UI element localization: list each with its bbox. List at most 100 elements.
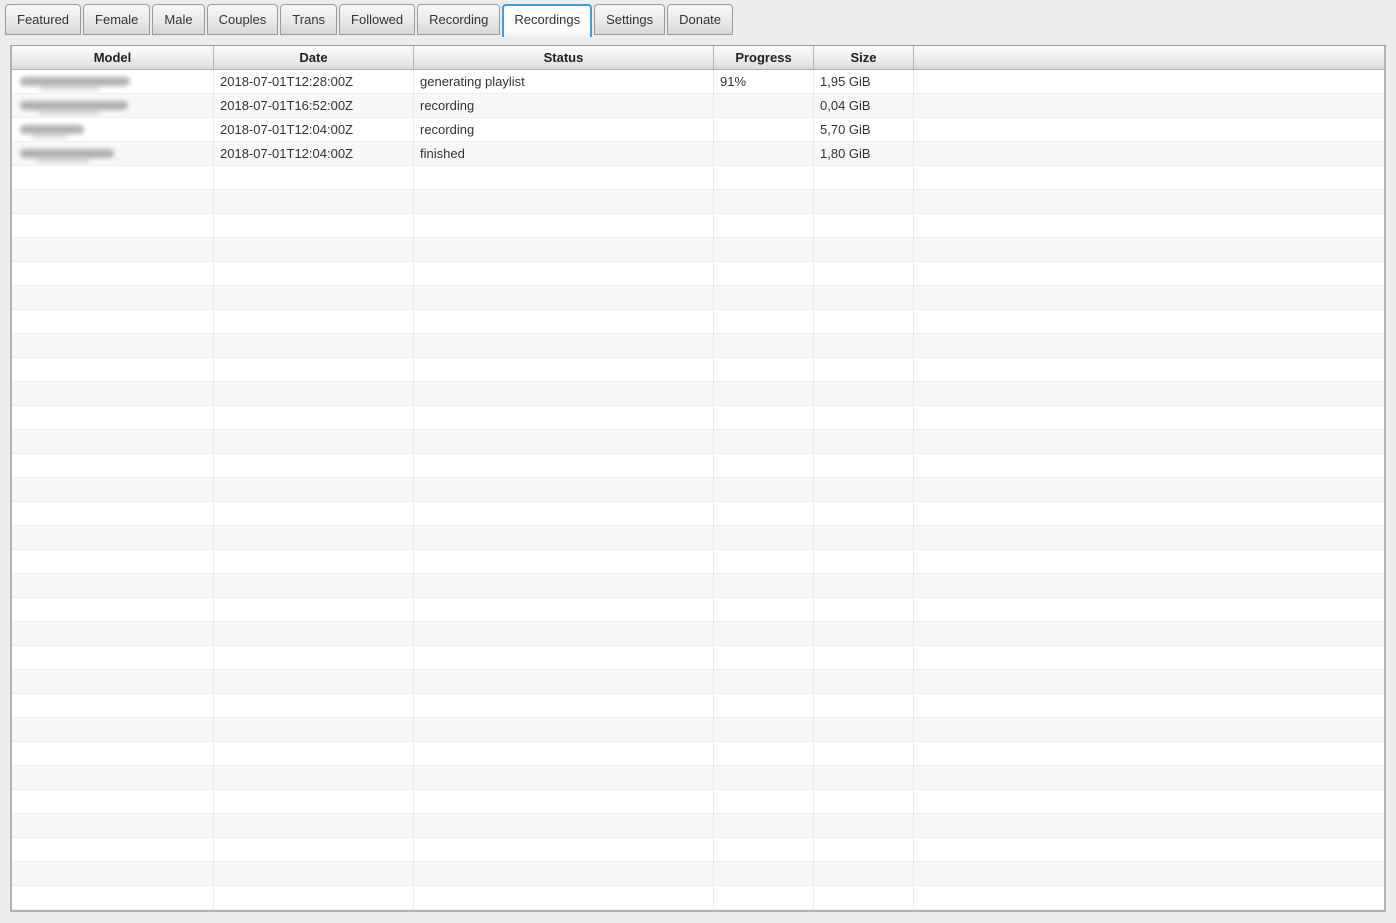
- tab-featured[interactable]: Featured: [5, 4, 82, 35]
- cell-progress: [714, 694, 814, 718]
- cell-progress: [714, 838, 814, 862]
- table-row[interactable]: 2018-07-01T12:04:00Z finished 1,80 GiB: [12, 142, 1384, 166]
- cell-progress: [714, 718, 814, 742]
- cell-size: [814, 406, 914, 430]
- cell-size: [814, 454, 914, 478]
- table-row[interactable]: 2018-07-01T12:28:00Z generating playlist 9…: [12, 70, 1384, 94]
- cell-model: [12, 502, 214, 526]
- cell-status: generating playlist: [414, 70, 714, 94]
- column-header-progress[interactable]: Progress: [714, 46, 814, 70]
- tab-bar: Featured Female Male Couples Trans Followed Re…: [5, 4, 735, 37]
- cell-status: [414, 838, 714, 862]
- tab-couples[interactable]: Couples: [206, 4, 279, 35]
- table-row-empty: [12, 550, 1384, 574]
- cell-date: [214, 238, 414, 262]
- cell-status: [414, 214, 714, 238]
- cell-model: [12, 766, 214, 790]
- redacted-model-name: [20, 101, 128, 114]
- cell-filler: [914, 814, 1384, 838]
- cell-filler: [914, 622, 1384, 646]
- cell-progress: [714, 358, 814, 382]
- cell-date: [214, 694, 414, 718]
- cell-progress: [714, 214, 814, 238]
- table-row-empty: [12, 502, 1384, 526]
- cell-size: [814, 574, 914, 598]
- cell-size: [814, 238, 914, 262]
- cell-size: 1,80 GiB: [814, 142, 914, 166]
- cell-filler: [914, 478, 1384, 502]
- cell-model: [12, 94, 214, 118]
- redacted-model-name: [20, 125, 84, 138]
- cell-progress: [714, 262, 814, 286]
- tab-male[interactable]: Male: [152, 4, 205, 35]
- cell-size: [814, 502, 914, 526]
- cell-filler: [914, 526, 1384, 550]
- cell-status: recording: [414, 118, 714, 142]
- column-header-status[interactable]: Status: [414, 46, 714, 70]
- cell-status: [414, 742, 714, 766]
- cell-filler: [914, 742, 1384, 766]
- table-row-empty: [12, 334, 1384, 358]
- tab-followed[interactable]: Followed: [339, 4, 416, 35]
- cell-size: [814, 838, 914, 862]
- column-header-filler[interactable]: [914, 46, 1384, 70]
- table-row[interactable]: 2018-07-01T12:04:00Z recording 5,70 GiB: [12, 118, 1384, 142]
- cell-date: [214, 862, 414, 886]
- cell-status: [414, 550, 714, 574]
- cell-model: [12, 382, 214, 406]
- table-row-empty: [12, 742, 1384, 766]
- redacted-model-name: [20, 149, 114, 162]
- cell-size: 0,04 GiB: [814, 94, 914, 118]
- cell-date: [214, 550, 414, 574]
- table-row-empty: [12, 838, 1384, 862]
- cell-filler: [914, 214, 1384, 238]
- column-header-date[interactable]: Date: [214, 46, 414, 70]
- cell-date: [214, 190, 414, 214]
- cell-status: [414, 310, 714, 334]
- cell-size: [814, 814, 914, 838]
- cell-progress: [714, 670, 814, 694]
- tab-donate[interactable]: Donate: [667, 4, 734, 35]
- cell-model: [12, 190, 214, 214]
- cell-date: [214, 790, 414, 814]
- cell-filler: [914, 646, 1384, 670]
- tab-settings[interactable]: Settings: [594, 4, 666, 35]
- cell-progress: [714, 550, 814, 574]
- cell-date: [214, 598, 414, 622]
- cell-size: [814, 358, 914, 382]
- cell-filler: [914, 502, 1384, 526]
- cell-date: [214, 310, 414, 334]
- cell-status: [414, 790, 714, 814]
- table-row-empty: [12, 310, 1384, 334]
- table-row-empty: [12, 358, 1384, 382]
- table-row-empty: [12, 670, 1384, 694]
- tab-recording[interactable]: Recording: [417, 4, 501, 35]
- tab-trans[interactable]: Trans: [280, 4, 338, 35]
- cell-model: [12, 670, 214, 694]
- cell-filler: [914, 766, 1384, 790]
- cell-model: [12, 838, 214, 862]
- cell-status: [414, 598, 714, 622]
- column-header-size[interactable]: Size: [814, 46, 914, 70]
- cell-progress: [714, 886, 814, 910]
- cell-filler: [914, 166, 1384, 190]
- cell-size: [814, 766, 914, 790]
- cell-size: [814, 262, 914, 286]
- cell-status: [414, 430, 714, 454]
- column-header-model[interactable]: Model: [12, 46, 214, 70]
- cell-status: finished: [414, 142, 714, 166]
- cell-date: 2018-07-01T12:04:00Z: [214, 118, 414, 142]
- cell-filler: [914, 718, 1384, 742]
- cell-model: [12, 550, 214, 574]
- cell-size: 1,95 GiB: [814, 70, 914, 94]
- tab-female[interactable]: Female: [83, 4, 151, 35]
- cell-filler: [914, 886, 1384, 910]
- cell-date: [214, 670, 414, 694]
- table-row[interactable]: 2018-07-01T16:52:00Z recording 0,04 GiB: [12, 94, 1384, 118]
- cell-size: [814, 190, 914, 214]
- table-row-empty: [12, 190, 1384, 214]
- tab-recordings[interactable]: Recordings: [502, 4, 593, 37]
- table-row-empty: [12, 430, 1384, 454]
- cell-status: [414, 526, 714, 550]
- cell-model: [12, 238, 214, 262]
